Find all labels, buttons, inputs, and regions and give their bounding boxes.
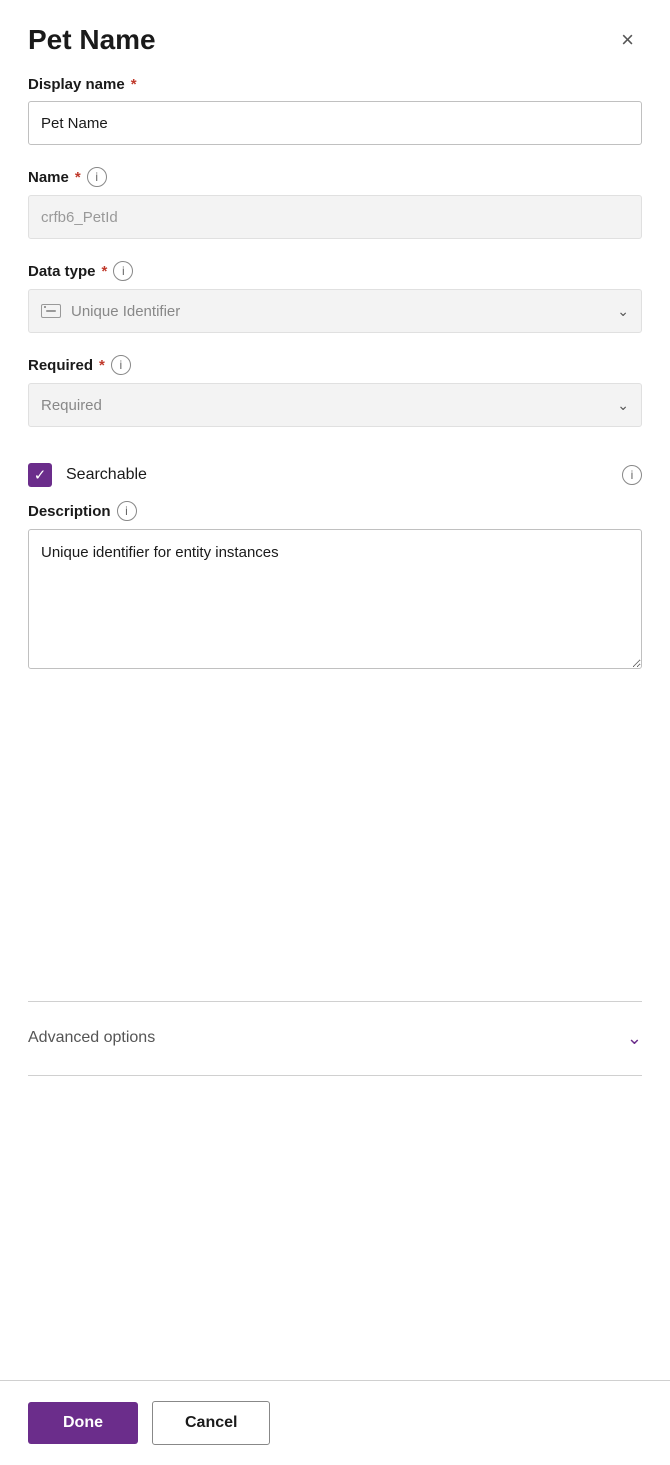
data-type-group: Data type * i Unique Identifier ⌄ xyxy=(28,261,642,333)
description-info-icon[interactable]: i xyxy=(117,501,137,521)
display-name-input[interactable] xyxy=(28,101,642,145)
name-label: Name * i xyxy=(28,167,642,187)
name-group: Name * i crfb6_PetId xyxy=(28,167,642,239)
unique-identifier-icon xyxy=(41,304,61,318)
display-name-label: Display name * xyxy=(28,76,642,93)
searchable-left: ✓ Searchable xyxy=(28,463,147,487)
done-button[interactable]: Done xyxy=(28,1402,138,1444)
advanced-options-label: Advanced options xyxy=(28,1029,155,1047)
checkmark-icon: ✓ xyxy=(34,468,47,483)
data-type-label: Data type * i xyxy=(28,261,642,281)
required-chevron-icon: ⌄ xyxy=(617,397,629,414)
close-button[interactable]: × xyxy=(613,25,642,55)
description-textarea[interactable]: Unique identifier for entity instances xyxy=(28,529,642,669)
advanced-divider-bottom xyxy=(28,1075,642,1076)
description-label: Description i xyxy=(28,501,642,521)
advanced-divider-top xyxy=(28,1001,642,1002)
data-type-select[interactable]: Unique Identifier ⌄ xyxy=(28,289,642,333)
data-type-chevron-icon: ⌄ xyxy=(617,303,629,320)
data-type-info-icon[interactable]: i xyxy=(113,261,133,281)
searchable-checkbox[interactable]: ✓ xyxy=(28,463,52,487)
advanced-options-chevron-icon: ⌄ xyxy=(627,1028,642,1049)
display-name-required-star: * xyxy=(131,76,137,93)
searchable-info-icon[interactable]: i xyxy=(622,465,642,485)
description-group: Description i Unique identifier for enti… xyxy=(28,501,642,674)
required-info-icon[interactable]: i xyxy=(111,355,131,375)
data-type-select-left: Unique Identifier xyxy=(41,303,180,320)
name-info-icon[interactable]: i xyxy=(87,167,107,187)
spacer xyxy=(0,1086,670,1381)
panel-title: Pet Name xyxy=(28,24,156,56)
required-required-star: * xyxy=(99,357,105,374)
panel-footer: Done Cancel xyxy=(0,1380,670,1465)
required-group: Required * i Required ⌄ xyxy=(28,355,642,427)
searchable-row: ✓ Searchable i xyxy=(28,449,642,501)
searchable-label: Searchable xyxy=(66,466,147,484)
data-type-required-star: * xyxy=(102,263,108,280)
required-label: Required * i xyxy=(28,355,642,375)
display-name-group: Display name * xyxy=(28,76,642,145)
name-required-star: * xyxy=(75,169,81,186)
unique-identifier-icon-inner xyxy=(46,310,56,312)
panel: Pet Name × Display name * Name * i crfb6… xyxy=(0,0,670,1465)
panel-body: Display name * Name * i crfb6_PetId Data… xyxy=(0,76,670,991)
required-select[interactable]: Required ⌄ xyxy=(28,383,642,427)
cancel-button[interactable]: Cancel xyxy=(152,1401,270,1445)
panel-header: Pet Name × xyxy=(0,0,670,76)
advanced-options-row[interactable]: Advanced options ⌄ xyxy=(0,1012,670,1065)
name-readonly-input: crfb6_PetId xyxy=(28,195,642,239)
